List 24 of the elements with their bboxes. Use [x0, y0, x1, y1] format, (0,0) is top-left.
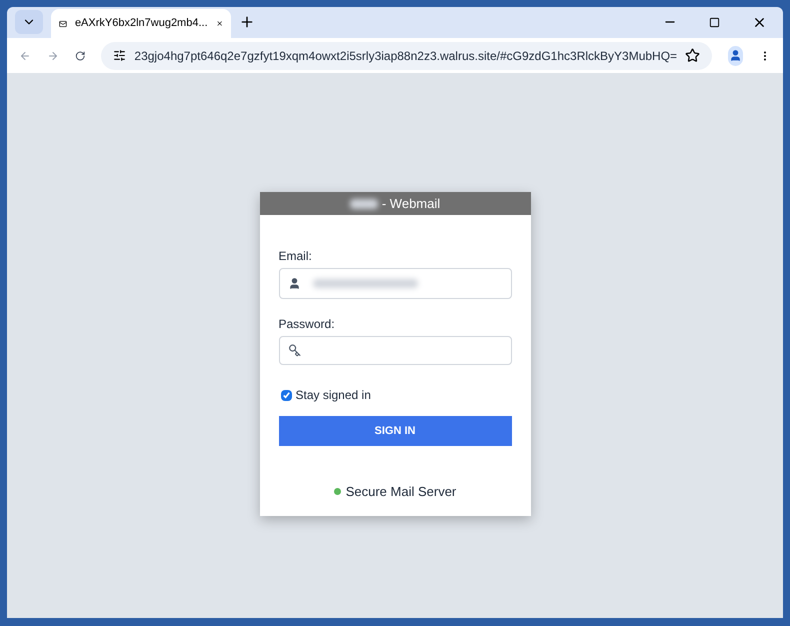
maximize-icon[interactable]	[709, 17, 720, 28]
sign-in-button[interactable]: SIGN IN	[278, 416, 512, 446]
blurred-text	[350, 198, 378, 208]
address-bar[interactable]: 23gjo4hg7pt646q2e7gzfyt19xqm4owxt2i5srly3iap88n2z3.walrus.site/#cG9zdG1hc3RlckByY3MubHQ=	[101, 42, 712, 70]
checkbox[interactable]	[280, 390, 292, 400]
url-text: 23gjo4hg7pt646q2e7gzfyt19xqm4owxt2i5srly3iap88n2z3.walrus.site/#cG9zdG1hc3RlckByY3MubHQ=	[134, 48, 678, 64]
profile-icon[interactable]	[728, 46, 744, 66]
stay-signed-in-label: Stay signed in	[296, 387, 371, 404]
tab-title: eAXrkY6bx2ln7wug2mb4...	[74, 16, 208, 32]
key-icon	[288, 344, 300, 357]
star-icon[interactable]	[685, 48, 700, 63]
close-window-icon[interactable]	[752, 15, 767, 30]
new-tab-icon[interactable]	[239, 14, 255, 30]
password-label: Password:	[278, 316, 336, 333]
tab-list-button[interactable]	[15, 10, 43, 34]
password-field[interactable]	[278, 336, 512, 365]
email-label: Email:	[278, 248, 313, 265]
user-icon	[288, 277, 300, 290]
footer-text: Secure Mail Server	[346, 483, 456, 501]
email-field[interactable]	[278, 268, 512, 299]
reload-icon[interactable]	[74, 48, 86, 62]
site-settings-icon[interactable]	[113, 49, 126, 62]
card-title: - Webmail	[382, 194, 440, 213]
browser-tab[interactable]: eAXrkY6bx2ln7wug2mb4...	[51, 9, 231, 38]
